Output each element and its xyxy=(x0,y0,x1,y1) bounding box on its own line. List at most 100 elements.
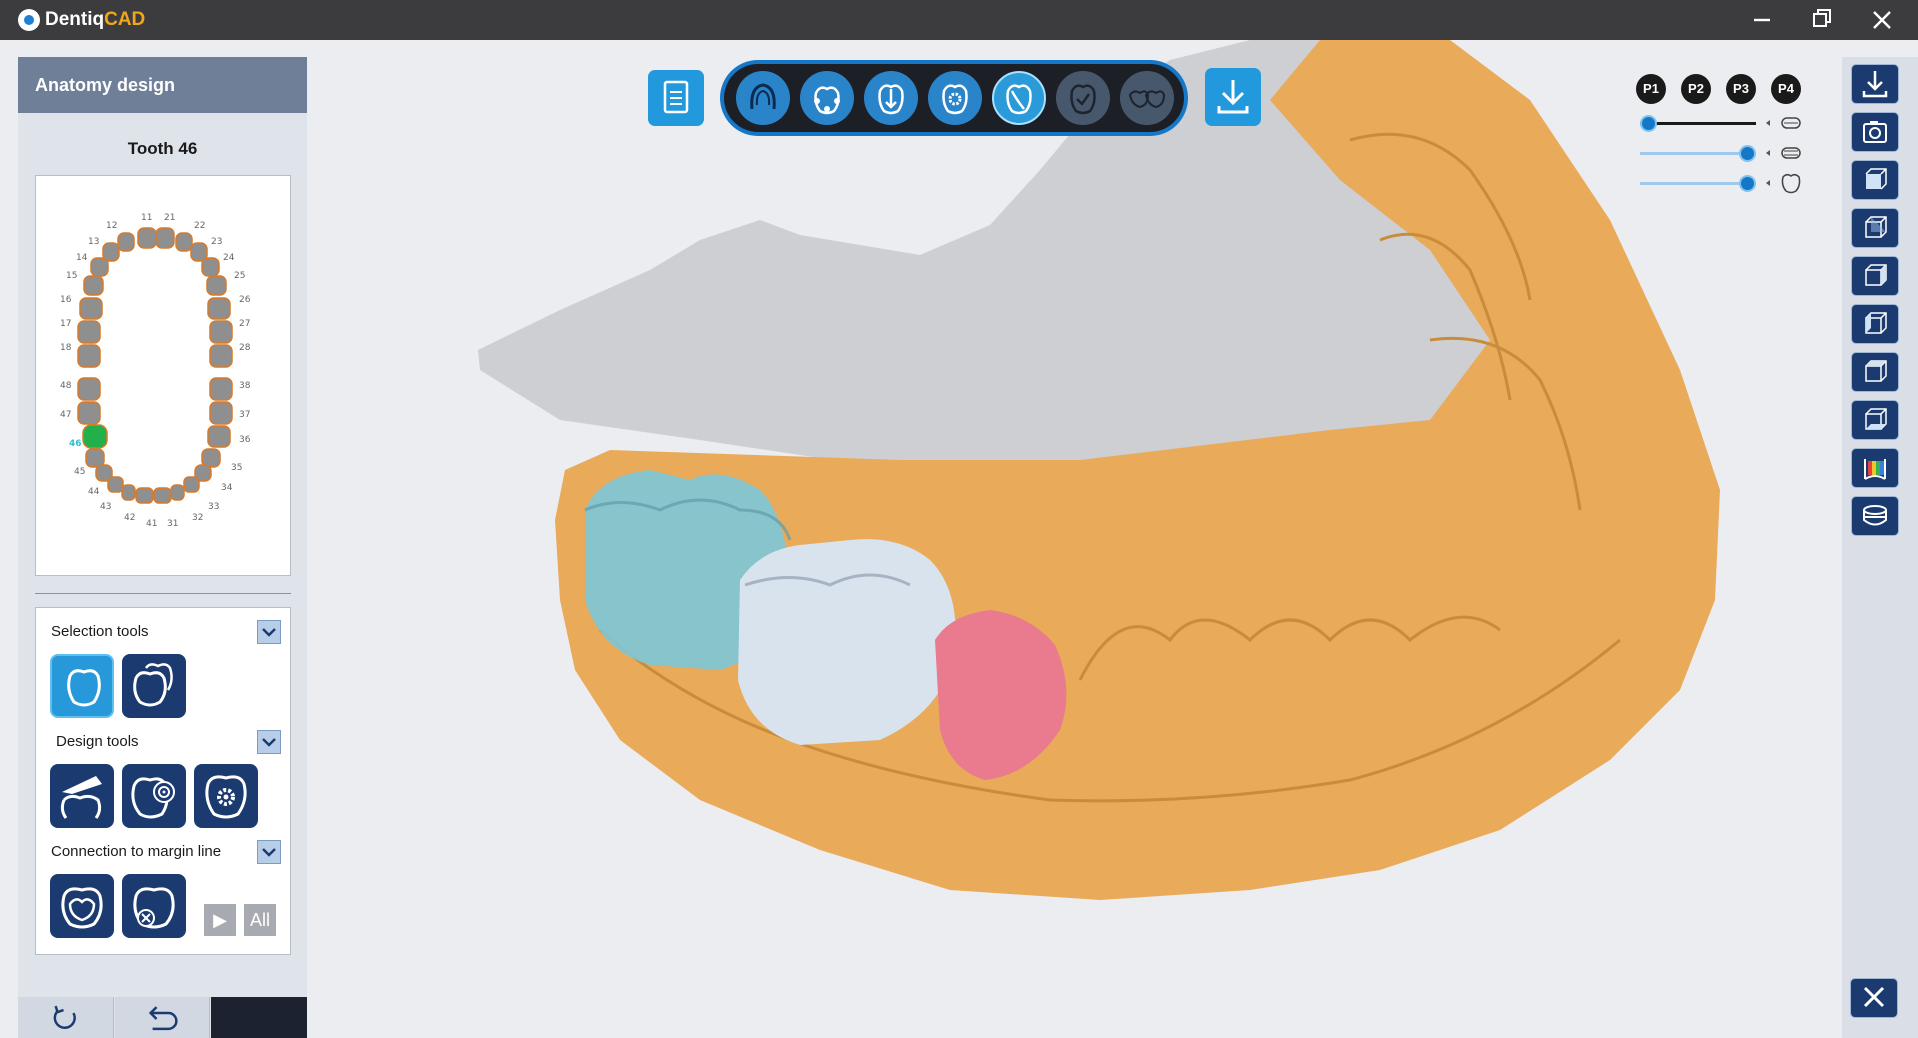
svg-text:46: 46 xyxy=(69,439,82,449)
gear-tooth-button[interactable] xyxy=(194,764,258,828)
chevron-down-icon xyxy=(262,628,276,637)
svg-text:33: 33 xyxy=(208,502,219,512)
close-view-button[interactable] xyxy=(1850,978,1898,1018)
margin-step-button[interactable] xyxy=(800,71,854,125)
workflow-toolbar xyxy=(720,60,1188,136)
view-bottom-button[interactable] xyxy=(1851,400,1899,440)
export-button[interactable] xyxy=(1851,64,1899,104)
right-tool-rail xyxy=(1842,57,1918,1038)
restore-button[interactable] xyxy=(1792,0,1852,40)
document-icon xyxy=(663,80,689,114)
restore-icon xyxy=(1813,9,1831,27)
disconnect-margin-button[interactable] xyxy=(122,874,186,938)
view-preset-p3[interactable]: P3 xyxy=(1726,74,1756,104)
view-back-button[interactable] xyxy=(1851,208,1899,248)
close-icon xyxy=(1873,11,1891,29)
color-map-button[interactable] xyxy=(1851,448,1899,488)
connect-margin-button[interactable] xyxy=(50,874,114,938)
tooth-title: Tooth 46 xyxy=(127,139,198,158)
disconnect-margin-icon xyxy=(133,887,175,929)
upper-jaw-icon xyxy=(1766,117,1801,129)
connection-dropdown[interactable] xyxy=(257,840,281,864)
svg-text:35: 35 xyxy=(231,463,242,473)
jaw-toggle-button[interactable] xyxy=(1851,496,1899,536)
export-icon xyxy=(1862,71,1888,98)
multi-tooth-select-button[interactable] xyxy=(122,654,186,718)
download-icon xyxy=(1217,80,1249,114)
section-label-design: Design tools xyxy=(56,733,139,750)
all-button[interactable]: All xyxy=(244,904,276,936)
screenshot-button[interactable] xyxy=(1851,112,1899,152)
view-back-icon xyxy=(1865,216,1887,238)
svg-text:34: 34 xyxy=(221,483,233,493)
svg-text:28: 28 xyxy=(239,343,251,353)
tooth-select-button[interactable] xyxy=(50,654,114,718)
selection-tools-dropdown[interactable] xyxy=(257,620,281,644)
check-step-icon xyxy=(1070,84,1096,115)
report-button[interactable] xyxy=(648,70,704,126)
svg-text:25: 25 xyxy=(234,271,245,281)
check-step-button[interactable] xyxy=(1056,71,1110,125)
undo-button[interactable] xyxy=(115,997,210,1038)
camera-icon xyxy=(1863,121,1887,143)
app-name: Dentiq xyxy=(45,9,105,30)
arch-step-icon xyxy=(750,83,776,110)
svg-text:41: 41 xyxy=(146,519,157,529)
svg-text:48: 48 xyxy=(60,381,72,391)
view-right-button[interactable] xyxy=(1851,304,1899,344)
settings-step-button[interactable] xyxy=(928,71,982,125)
view-top-button[interactable] xyxy=(1851,352,1899,392)
title-bar: Dentiq CAD xyxy=(0,0,1918,40)
app-logo: Dentiq CAD xyxy=(18,9,145,31)
upper-arch[interactable] xyxy=(77,227,233,504)
tooth-chart: 11 21 12 22 13 23 14 24 15 25 16 26 17 27 18 28 … xyxy=(35,175,291,576)
arch-step-button[interactable] xyxy=(736,71,790,125)
view-left-button[interactable] xyxy=(1851,256,1899,296)
chevron-down-icon xyxy=(262,848,276,857)
window-close-button[interactable] xyxy=(1852,0,1912,40)
view-right-icon xyxy=(1865,312,1887,334)
finish-step-icon xyxy=(1128,90,1166,109)
cut-tool-button[interactable] xyxy=(50,764,114,828)
minimize-button[interactable] xyxy=(1732,0,1792,40)
view-preset-p1[interactable]: P1 xyxy=(1636,74,1666,104)
lower-jaw-opacity-slider[interactable] xyxy=(1640,145,1756,162)
multi-tooth-select-icon xyxy=(133,663,173,707)
view-preset-p2[interactable]: P2 xyxy=(1681,74,1711,104)
app-name-suffix: CAD xyxy=(104,9,146,30)
view-preset-p4[interactable]: P4 xyxy=(1771,74,1801,104)
svg-text:17: 17 xyxy=(60,319,71,329)
svg-text:18: 18 xyxy=(60,343,72,353)
svg-text:22: 22 xyxy=(194,221,205,231)
download-button[interactable] xyxy=(1205,68,1261,126)
view-front-icon xyxy=(1865,168,1887,190)
target-tool-button[interactable] xyxy=(122,764,186,828)
svg-text:43: 43 xyxy=(100,502,111,512)
minimize-icon xyxy=(1754,18,1770,22)
finish-step-button[interactable] xyxy=(1120,71,1174,125)
next-step-placeholder[interactable] xyxy=(211,997,307,1038)
svg-text:16: 16 xyxy=(60,295,72,305)
tooth-46-selected[interactable] xyxy=(82,424,108,449)
panel-header: Anatomy design xyxy=(18,57,307,113)
section-label-connection: Connection to margin line xyxy=(51,843,222,860)
svg-text:13: 13 xyxy=(88,237,99,247)
tooth-opacity-slider[interactable] xyxy=(1640,175,1756,192)
insertion-step-button[interactable] xyxy=(864,71,918,125)
view-front-button[interactable] xyxy=(1851,160,1899,200)
section-label-selection: Selection tools xyxy=(51,623,149,640)
upper-jaw-opacity-slider[interactable] xyxy=(1640,115,1756,132)
design-tools-dropdown[interactable] xyxy=(257,730,281,754)
left-panel: Anatomy design Tooth 46 11 21 12 22 13 2… xyxy=(18,57,307,1038)
svg-text:27: 27 xyxy=(239,319,250,329)
slider-knob[interactable] xyxy=(1739,175,1756,192)
tooth-labels: 11 21 12 22 13 23 14 24 15 25 16 26 17 27 18 28 … xyxy=(60,213,251,529)
color-map-icon xyxy=(1864,459,1886,480)
play-button[interactable]: ▶ xyxy=(204,904,236,936)
view-bottom-icon xyxy=(1865,408,1887,430)
reset-button[interactable] xyxy=(18,997,114,1038)
slider-knob[interactable] xyxy=(1640,115,1657,132)
svg-text:36: 36 xyxy=(239,435,251,445)
anatomy-step-button[interactable] xyxy=(992,71,1046,125)
slider-knob[interactable] xyxy=(1739,145,1756,162)
